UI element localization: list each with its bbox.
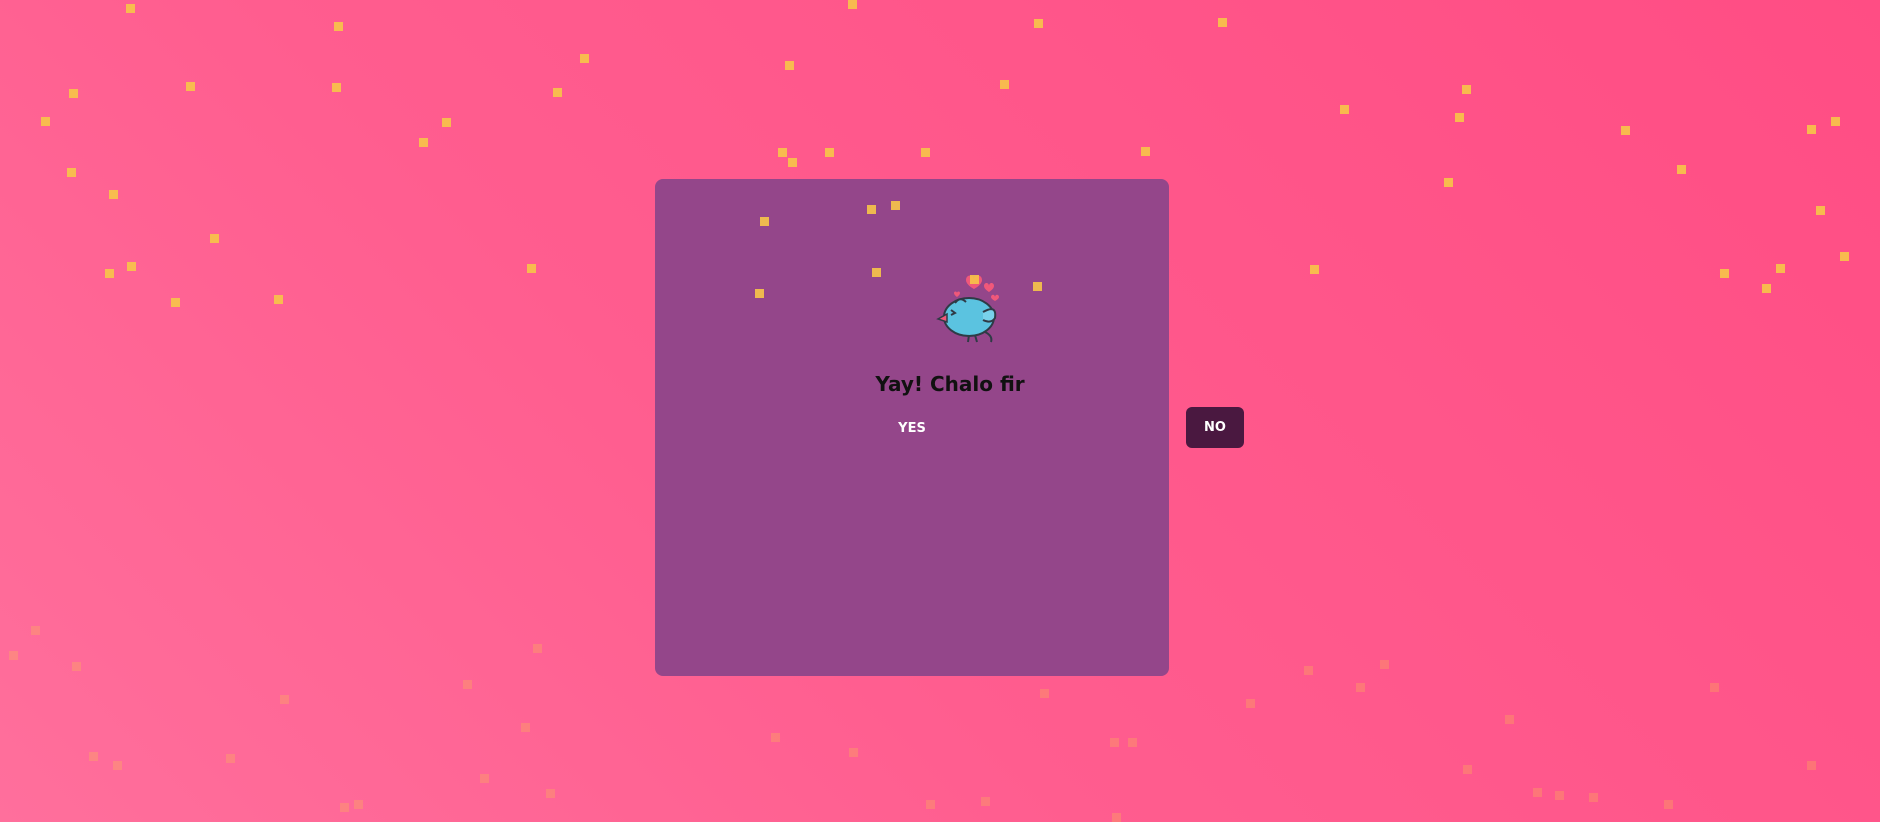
confetti-dot <box>1000 80 1009 89</box>
confetti-dot <box>1555 791 1564 800</box>
confetti-dot <box>553 88 562 97</box>
confetti-dot <box>9 651 18 660</box>
confetti-dot <box>69 89 78 98</box>
confetti-dot <box>442 118 451 127</box>
confetti-dot <box>72 662 81 671</box>
confetti-dot <box>1463 765 1472 774</box>
confetti-dot <box>1589 793 1598 802</box>
confetti-dot <box>1110 738 1119 747</box>
confetti-dot <box>89 752 98 761</box>
confetti-dot <box>778 148 787 157</box>
confetti-dot <box>105 269 114 278</box>
confetti-dot <box>1040 689 1049 698</box>
confetti-dot <box>109 190 118 199</box>
confetti-dot <box>1831 117 1840 126</box>
confetti-dot <box>1128 738 1137 747</box>
confetti-dot <box>463 680 472 689</box>
confetti-dot <box>580 54 589 63</box>
yes-button[interactable]: YES <box>882 414 942 442</box>
confetti-dot <box>332 83 341 92</box>
confetti-dot <box>849 748 858 757</box>
confetti-dot <box>127 262 136 271</box>
confetti-dot <box>226 754 235 763</box>
confetti-dot <box>1840 252 1849 261</box>
confetti-dot <box>785 61 794 70</box>
confetti-dot <box>1621 126 1630 135</box>
confetti-dot <box>334 22 343 31</box>
confetti-dot <box>1455 113 1464 122</box>
confetti-dot <box>1677 165 1686 174</box>
confetti-dot <box>480 774 489 783</box>
confetti-dot <box>186 82 195 91</box>
confetti-dot <box>771 733 780 742</box>
confetti-dot <box>1340 105 1349 114</box>
confetti-dot <box>521 723 530 732</box>
confetti-dot <box>354 800 363 809</box>
confetti-dot <box>1816 206 1825 215</box>
confetti-dot <box>1310 265 1319 274</box>
confetti-dot <box>419 138 428 147</box>
confetti-dot <box>1380 660 1389 669</box>
confetti-dot <box>1304 666 1313 675</box>
confetti-dot <box>1710 683 1719 692</box>
confetti-dot <box>67 168 76 177</box>
confetti-dot <box>981 797 990 806</box>
confetti-dot <box>126 4 135 13</box>
confetti-dot <box>527 264 536 273</box>
confetti-dot <box>848 0 857 9</box>
confetti-dot <box>113 761 122 770</box>
confetti-dot <box>210 234 219 243</box>
confetti-dot <box>921 148 930 157</box>
confetti-dot <box>546 789 555 798</box>
confetti-dot <box>340 803 349 812</box>
confetti-dot <box>31 626 40 635</box>
confetti-dot <box>926 800 935 809</box>
confetti-dot <box>1720 269 1729 278</box>
confetti-dot <box>788 158 797 167</box>
confetti-dot <box>171 298 180 307</box>
confetti-dot <box>1807 761 1816 770</box>
confetti-dot <box>41 117 50 126</box>
confetti-dot <box>1505 715 1514 724</box>
confetti-dot <box>1246 699 1255 708</box>
confetti-dot <box>1112 813 1121 822</box>
confetti-dot <box>1533 788 1542 797</box>
confetti-dot <box>1776 264 1785 273</box>
confetti-dot <box>1807 125 1816 134</box>
confetti-dot <box>1034 19 1043 28</box>
confetti-dot <box>533 644 542 653</box>
confetti-dot <box>1664 800 1673 809</box>
confetti-dot <box>274 295 283 304</box>
confetti-dot <box>825 148 834 157</box>
confetti-dot <box>1444 178 1453 187</box>
confetti-dot <box>1462 85 1471 94</box>
page-title: Yay! Chalo fir <box>875 372 1025 396</box>
confetti-dot <box>1141 147 1150 156</box>
no-button[interactable]: NO <box>1186 407 1244 448</box>
confetti-dot <box>1762 284 1771 293</box>
confetti-dot <box>1356 683 1365 692</box>
confetti-dot <box>280 695 289 704</box>
blue-bird-with-hearts-icon <box>935 268 1005 348</box>
confetti-dot <box>1218 18 1227 27</box>
